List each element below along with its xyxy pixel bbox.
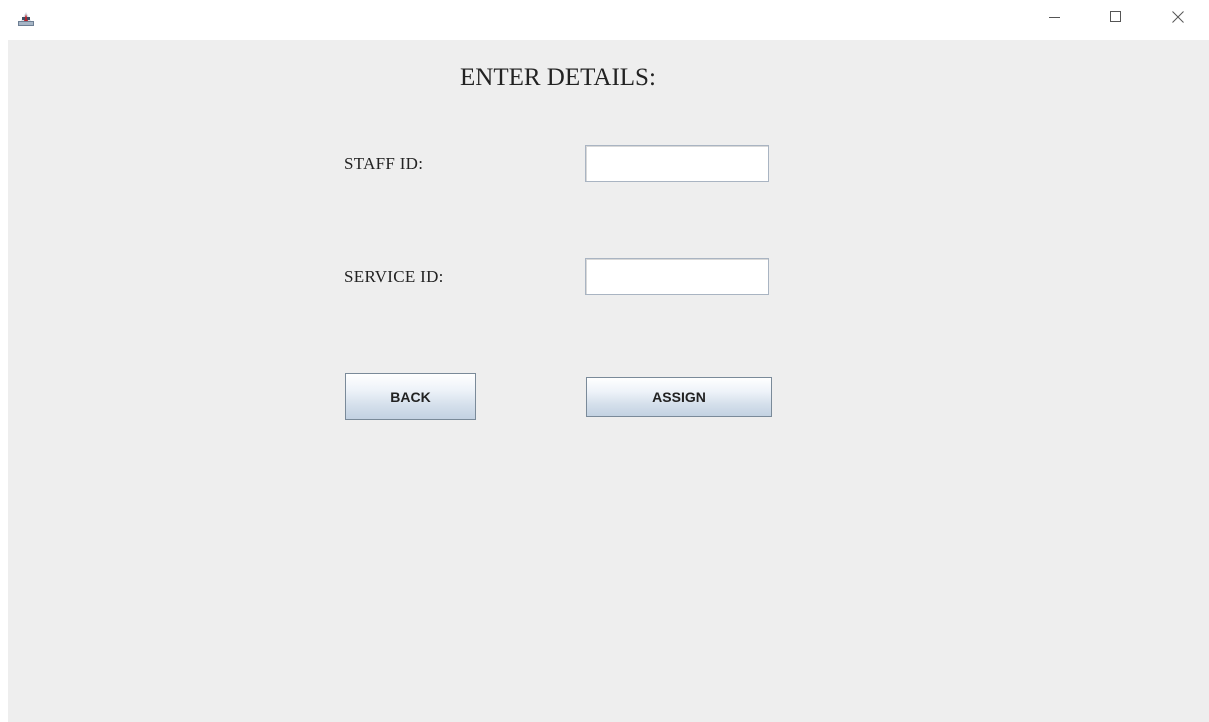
java-app-icon	[17, 9, 35, 27]
minimize-icon	[1049, 10, 1061, 28]
assign-button[interactable]: ASSIGN	[586, 377, 772, 417]
page-title: ENTER DETAILS:	[460, 64, 656, 91]
back-button[interactable]: BACK	[345, 373, 476, 420]
title-bar[interactable]	[0, 0, 1209, 40]
maximize-button[interactable]	[1093, 0, 1139, 38]
service-id-field[interactable]	[585, 258, 769, 295]
close-icon	[1172, 10, 1184, 28]
maximize-icon	[1110, 10, 1122, 28]
app-window: ENTER DETAILS: STAFF ID: SERVICE ID: BAC…	[0, 0, 1209, 722]
form-panel: ENTER DETAILS: STAFF ID: SERVICE ID: BAC…	[8, 40, 1209, 722]
close-button[interactable]	[1155, 0, 1201, 38]
minimize-button[interactable]	[1032, 0, 1078, 38]
staff-id-field[interactable]	[585, 145, 769, 182]
staff-id-label: STAFF ID:	[344, 154, 424, 173]
service-id-label: SERVICE ID:	[344, 267, 444, 286]
